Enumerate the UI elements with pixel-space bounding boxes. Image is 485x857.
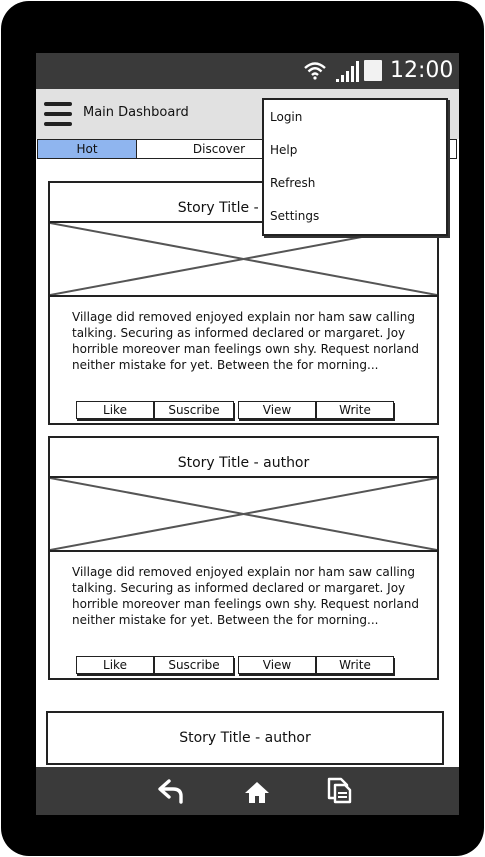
back-icon[interactable] bbox=[157, 778, 185, 804]
story-title[interactable]: Story Title - author bbox=[46, 711, 444, 765]
like-button[interactable]: Like bbox=[76, 656, 154, 674]
menu-item-refresh[interactable]: Refresh bbox=[270, 172, 440, 194]
story-description: Village did removed enjoyed explain nor … bbox=[72, 565, 419, 627]
hamburger-icon[interactable] bbox=[44, 102, 72, 126]
tab-hot[interactable]: Hot bbox=[37, 139, 137, 159]
navigation-bar bbox=[36, 767, 459, 815]
menu-item-help[interactable]: Help bbox=[270, 139, 440, 161]
signal-icon bbox=[336, 61, 359, 82]
like-button[interactable]: Like bbox=[76, 401, 154, 419]
status-bar: 12:00 bbox=[36, 53, 459, 89]
recent-apps-icon[interactable] bbox=[326, 776, 352, 804]
battery-icon bbox=[364, 60, 382, 81]
view-button[interactable]: View bbox=[238, 656, 316, 674]
status-time: 12:00 bbox=[390, 58, 454, 83]
menu-item-login[interactable]: Login bbox=[270, 106, 440, 128]
story-card: Story Title - author Village did removed… bbox=[48, 436, 439, 680]
phone-screen: 12:00 Main Dashboard Hot Discover Login … bbox=[36, 53, 459, 815]
page-title: Main Dashboard bbox=[83, 105, 189, 120]
write-button[interactable]: Write bbox=[316, 656, 394, 674]
wifi-icon bbox=[304, 62, 326, 80]
home-icon[interactable] bbox=[244, 780, 270, 804]
image-placeholder-icon bbox=[50, 478, 437, 552]
menu-item-settings[interactable]: Settings bbox=[270, 205, 440, 227]
write-button[interactable]: Write bbox=[316, 401, 394, 419]
view-button[interactable]: View bbox=[238, 401, 316, 419]
overflow-menu: Login Help Refresh Settings bbox=[262, 98, 448, 236]
story-title[interactable]: Story Title - author bbox=[50, 438, 437, 478]
phone-frame: 12:00 Main Dashboard Hot Discover Login … bbox=[1, 1, 484, 856]
story-description: Village did removed enjoyed explain nor … bbox=[72, 310, 419, 372]
subscribe-button[interactable]: Suscribe bbox=[154, 401, 234, 419]
subscribe-button[interactable]: Suscribe bbox=[154, 656, 234, 674]
